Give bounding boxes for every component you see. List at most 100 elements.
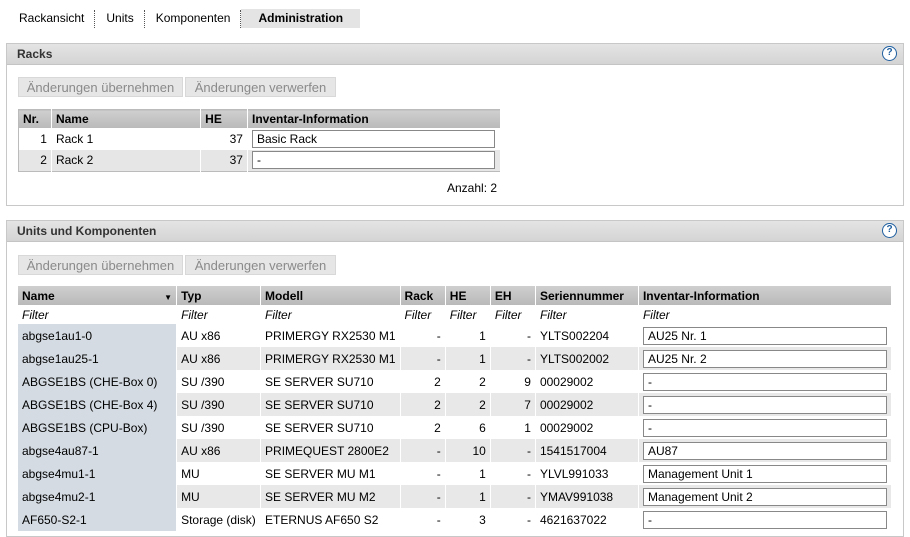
unit-serial: 1541517004 xyxy=(535,439,639,462)
table-row[interactable]: 1 Rack 1 37 Basic Rack xyxy=(18,127,502,150)
racks-apply-button[interactable]: Änderungen übernehmen xyxy=(18,77,183,97)
unit-inventory-cell: Management Unit 1 xyxy=(638,462,893,485)
table-row[interactable]: abgse4mu1-1 MU SE SERVER MU M1-1- YLVL99103… xyxy=(18,462,893,485)
filter-modell-input[interactable]: Filter xyxy=(260,305,401,324)
unit-rack: - xyxy=(400,439,446,462)
units-panel: Units und Komponenten ? Änderungen übern… xyxy=(6,220,904,537)
unit-eh: 9 xyxy=(490,370,536,393)
racks-panel-title: Racks xyxy=(17,47,53,61)
column-header-name[interactable]: Name xyxy=(51,109,202,128)
unit-eh: - xyxy=(490,485,536,508)
tab-rackansicht[interactable]: Rackansicht xyxy=(8,9,96,28)
unit-typ: AU x86 xyxy=(176,347,262,370)
racks-discard-button[interactable]: Änderungen verwerfen xyxy=(185,77,336,97)
column-header-he[interactable]: HE xyxy=(445,286,491,305)
column-header-rack[interactable]: Rack xyxy=(400,286,446,305)
unit-inventory-cell: - xyxy=(638,370,893,393)
column-header-nr[interactable]: Nr. xyxy=(18,109,52,128)
unit-he: 1 xyxy=(445,324,491,347)
column-header-name[interactable]: Name ▼ xyxy=(18,286,178,305)
rack-nr: 1 xyxy=(18,127,52,150)
tab-bar: Rackansicht Units Komponenten Administra… xyxy=(8,9,361,28)
unit-serial: 00029002 xyxy=(535,416,639,439)
tab-administration[interactable]: Administration xyxy=(241,9,361,28)
table-row[interactable]: abgse4au87-1 AU x86 PRIMEQUEST 2800E2-10-1… xyxy=(18,439,893,462)
rack-inventory-input[interactable]: - xyxy=(251,151,495,170)
filter-rack-input[interactable]: Filter xyxy=(400,305,446,324)
table-row[interactable]: abgse1au25-1 AU x86 PRIMERGY RX2530 M1-1- Y… xyxy=(18,347,893,370)
help-icon[interactable]: ? xyxy=(882,46,897,61)
tab-units[interactable]: Units xyxy=(95,9,146,28)
unit-rack: 2 xyxy=(400,416,446,439)
table-row[interactable]: ABGSE1BS (CPU-Box) SU /390 SE SERVER SU710… xyxy=(18,416,893,439)
filter-serial-input[interactable]: Filter xyxy=(535,305,639,324)
column-header-serial[interactable]: Seriennummer xyxy=(535,286,639,305)
unit-name: abgse4au87-1 xyxy=(18,439,178,462)
unit-serial: 4621637022 xyxy=(535,508,639,531)
rack-nr: 2 xyxy=(18,149,52,172)
unit-typ: AU x86 xyxy=(176,324,262,347)
units-apply-button[interactable]: Änderungen übernehmen xyxy=(18,255,183,275)
column-header-modell[interactable]: Modell xyxy=(260,286,401,305)
rack-count: Anzahl: 2 xyxy=(447,181,498,195)
table-row[interactable]: ABGSE1BS (CHE-Box 0) SU /390 SE SERVER SU7… xyxy=(18,370,893,393)
unit-serial: 00029002 xyxy=(535,393,639,416)
filter-he-input[interactable]: Filter xyxy=(445,305,491,324)
unit-name: abgse4mu2-1 xyxy=(18,485,178,508)
unit-eh: 7 xyxy=(490,393,536,416)
unit-inventory-cell: AU87 xyxy=(638,439,893,462)
unit-typ: SU /390 xyxy=(176,416,262,439)
rack-inventory-cell: - xyxy=(247,149,502,172)
filter-eh-input[interactable]: Filter xyxy=(490,305,536,324)
help-icon[interactable]: ? xyxy=(882,223,897,238)
unit-inventory-cell: AU25 Nr. 1 xyxy=(638,324,893,347)
unit-inventory-input[interactable]: Management Unit 1 xyxy=(642,464,887,483)
rack-he: 37 xyxy=(200,127,248,150)
unit-typ: AU x86 xyxy=(176,439,262,462)
unit-inventory-input[interactable]: - xyxy=(642,372,887,391)
filter-typ-input[interactable]: Filter xyxy=(176,305,262,324)
sort-desc-icon: ▼ xyxy=(164,292,173,302)
unit-inventory-input[interactable]: AU25 Nr. 1 xyxy=(642,326,887,345)
unit-name: abgse1au25-1 xyxy=(18,347,178,370)
unit-he: 2 xyxy=(445,370,491,393)
unit-inventory-input[interactable]: - xyxy=(642,418,887,437)
unit-inventory-cell: AU25 Nr. 2 xyxy=(638,347,893,370)
rack-he: 37 xyxy=(200,149,248,172)
unit-modell: ETERNUS AF650 S2 xyxy=(260,508,401,531)
column-header-he[interactable]: HE xyxy=(200,109,248,128)
unit-serial: YLVL991033 xyxy=(535,462,639,485)
column-header-name-label: Name xyxy=(22,288,55,303)
tab-komponenten[interactable]: Komponenten xyxy=(145,9,242,28)
unit-modell: PRIMEQUEST 2800E2 xyxy=(260,439,401,462)
rack-inventory-input[interactable]: Basic Rack xyxy=(251,129,495,148)
column-header-typ[interactable]: Typ xyxy=(176,286,262,305)
unit-inventory-input[interactable]: Management Unit 2 xyxy=(642,487,887,506)
units-discard-button[interactable]: Änderungen verwerfen xyxy=(185,255,336,275)
unit-inventory-input[interactable]: AU87 xyxy=(642,441,887,460)
unit-typ: MU xyxy=(176,485,262,508)
unit-rack: - xyxy=(400,485,446,508)
table-row[interactable]: ABGSE1BS (CHE-Box 4) SU /390 SE SERVER SU7… xyxy=(18,393,893,416)
units-panel-header: Units und Komponenten ? xyxy=(7,221,903,242)
unit-inventory-input[interactable]: AU25 Nr. 2 xyxy=(642,349,887,368)
units-table-header: Name ▼ Typ Modell Rack HE EH Seriennummer… xyxy=(18,286,893,305)
unit-eh: - xyxy=(490,324,536,347)
rack-inventory-cell: Basic Rack xyxy=(247,127,502,150)
unit-inventory-input[interactable]: - xyxy=(642,510,887,529)
table-row[interactable]: abgse1au1-0 AU x86 PRIMERGY RX2530 M1-1- YL… xyxy=(18,324,893,347)
filter-name-input[interactable]: Filter xyxy=(18,305,178,324)
unit-inventory-cell: Management Unit 2 xyxy=(638,485,893,508)
table-row[interactable]: 2 Rack 2 37 - xyxy=(18,149,502,172)
unit-eh: - xyxy=(490,347,536,370)
column-header-eh[interactable]: EH xyxy=(490,286,536,305)
column-header-inventory[interactable]: Inventar-Information xyxy=(247,109,502,128)
unit-rack: 2 xyxy=(400,370,446,393)
column-header-inventory[interactable]: Inventar-Information xyxy=(638,286,893,305)
racks-panel-header: Racks ? xyxy=(7,44,903,65)
unit-rack: - xyxy=(400,347,446,370)
table-row[interactable]: abgse4mu2-1 MU SE SERVER MU M2-1- YMAV99103… xyxy=(18,485,893,508)
table-row[interactable]: AF650-S2-1 Storage (disk) ETERNUS AF650 S2… xyxy=(18,508,893,531)
unit-inventory-input[interactable]: - xyxy=(642,395,887,414)
filter-inventory-input[interactable]: Filter xyxy=(638,305,893,324)
